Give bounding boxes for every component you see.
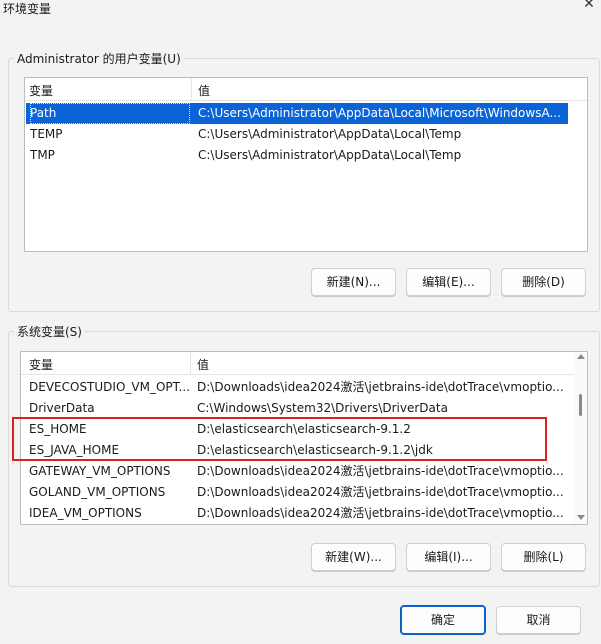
variable-value: D:\Downloads\idea2024激活\jetbrains-ide\do…	[197, 506, 564, 520]
system-vars-group-label: 系统变量(S)	[14, 323, 85, 340]
scroll-down-arrow-icon[interactable]	[577, 515, 585, 520]
system-vars-header: 变量 值	[21, 352, 587, 375]
table-row[interactable]: TMP C:\Users\Administrator\AppData\Local…	[26, 145, 568, 166]
variable-value: D:\Downloads\idea2024激活\jetbrains-ide\do…	[197, 485, 564, 499]
user-delete-button[interactable]: 删除(D)	[501, 268, 586, 296]
ok-button[interactable]: 确定	[400, 605, 486, 635]
variable-value: D:\Downloads\idea2024激活\jetbrains-ide\do…	[197, 464, 564, 478]
cancel-button[interactable]: 取消	[496, 606, 581, 634]
table-row[interactable]: TEMP C:\Users\Administrator\AppData\Loca…	[26, 124, 568, 145]
variable-value: C:\Users\Administrator\AppData\Local\Tem…	[198, 127, 462, 141]
annotation-highlight-box	[12, 417, 547, 461]
column-header-value[interactable]: 值	[198, 82, 210, 99]
column-header-variable[interactable]: 变量	[29, 356, 53, 373]
variable-value: C:\Users\Administrator\AppData\Local\Mic…	[198, 106, 561, 120]
table-row[interactable]: GATEWAY_VM_OPTIONS D:\Downloads\idea2024…	[25, 461, 571, 482]
variable-name: DriverData	[29, 401, 95, 415]
user-vars-header: 变量 值	[25, 78, 587, 101]
variable-name: IDEA_VM_OPTIONS	[29, 506, 142, 520]
variable-name: DEVECOSTUDIO_VM_OPT...	[29, 380, 189, 394]
user-edit-button[interactable]: 编辑(E)...	[406, 268, 491, 296]
variable-name: TMP	[30, 148, 55, 162]
close-icon[interactable]: ✕	[579, 0, 599, 16]
column-header-variable[interactable]: 变量	[29, 82, 53, 99]
user-vars-list[interactable]: 变量 值 Path C:\Users\Administrator\AppData…	[24, 77, 588, 252]
scroll-up-arrow-icon[interactable]	[577, 354, 585, 359]
column-separator	[190, 352, 191, 374]
variable-name: TEMP	[30, 127, 63, 141]
table-row[interactable]: Path C:\Users\Administrator\AppData\Loca…	[26, 103, 568, 124]
column-header-value[interactable]: 值	[197, 356, 209, 373]
variable-name: GATEWAY_VM_OPTIONS	[29, 464, 171, 478]
variable-value: C:\Users\Administrator\AppData\Local\Tem…	[198, 148, 462, 162]
variable-name: Path	[30, 103, 190, 124]
system-edit-button[interactable]: 编辑(I)...	[406, 543, 491, 571]
table-row[interactable]: DEVECOSTUDIO_VM_OPT... D:\Downloads\idea…	[25, 377, 571, 398]
system-delete-button[interactable]: 删除(L)	[501, 543, 586, 571]
system-new-button[interactable]: 新建(W)...	[311, 543, 396, 571]
vertical-scrollbar[interactable]	[574, 352, 587, 524]
scroll-thumb[interactable]	[579, 394, 582, 416]
window-title: 环境变量	[3, 2, 52, 16]
variable-value: D:\Downloads\idea2024激活\jetbrains-ide\do…	[197, 380, 564, 394]
user-new-button[interactable]: 新建(N)...	[311, 268, 396, 296]
variable-name: GOLAND_VM_OPTIONS	[29, 485, 166, 499]
column-separator	[191, 78, 192, 100]
table-row[interactable]: IDEA_VM_OPTIONS D:\Downloads\idea2024激活\…	[25, 503, 571, 524]
table-row[interactable]: GOLAND_VM_OPTIONS D:\Downloads\idea2024激…	[25, 482, 571, 503]
user-vars-group-label: Administrator 的用户变量(U)	[14, 50, 184, 67]
variable-value: C:\Windows\System32\Drivers\DriverData	[197, 401, 448, 415]
table-row[interactable]: DriverData C:\Windows\System32\Drivers\D…	[25, 398, 571, 419]
